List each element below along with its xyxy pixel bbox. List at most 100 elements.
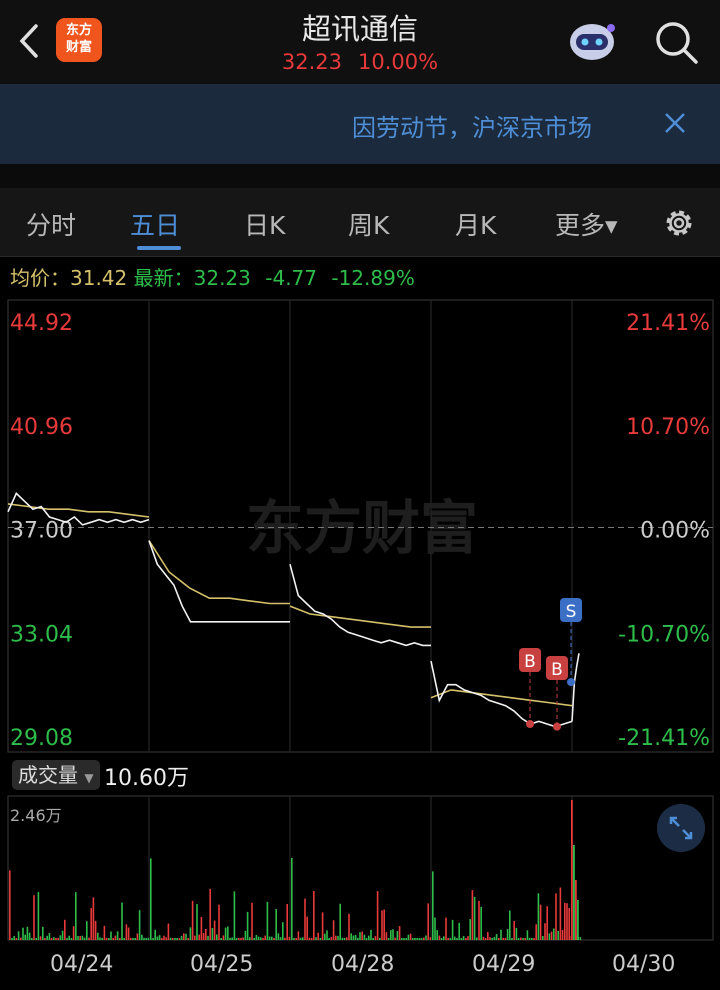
volume-bar (81, 935, 84, 940)
volume-bar (531, 938, 533, 940)
close-icon[interactable] (660, 108, 690, 138)
trade-marker-dot (553, 722, 561, 731)
robot-assistant-icon[interactable] (566, 18, 618, 64)
volume-bar (143, 937, 145, 940)
volume-bar (487, 932, 489, 940)
volume-bar (176, 937, 178, 940)
gear-icon[interactable] (660, 204, 698, 242)
volume-bar (53, 937, 55, 940)
volume-bar (183, 933, 185, 940)
volume-bar (17, 931, 20, 940)
volume-bar (504, 937, 507, 940)
volume-area-frame (7, 795, 714, 941)
volume-bar (185, 933, 187, 940)
volume-bar (423, 937, 425, 940)
five-day-chart[interactable]: 东方财富44.92 21.41%40.96 10.70%37.00 0.00%33.0… (0, 298, 720, 948)
search-icon[interactable] (652, 18, 700, 66)
volume-bar (22, 927, 24, 940)
volume-bar (387, 938, 390, 940)
tab-weekly-k[interactable]: 周K (348, 206, 389, 242)
date-label-day4: 04/29 (472, 952, 536, 977)
volume-bar (152, 938, 154, 940)
active-tab-indicator (137, 246, 181, 250)
volume-bar (240, 937, 242, 940)
volume-bar (257, 936, 260, 940)
volume-bar (244, 930, 247, 940)
volume-bar (251, 902, 253, 940)
tab-more[interactable]: 更多▾ (555, 206, 618, 242)
volume-bar (282, 922, 284, 940)
latest-label: 最新： (133, 266, 194, 290)
volume-bar (517, 938, 520, 940)
tab-intraday[interactable]: 分时 (26, 206, 76, 242)
volume-bar (191, 900, 194, 940)
volume-bar (233, 891, 236, 940)
volume-bar (381, 910, 383, 940)
volume-bar (266, 901, 269, 940)
volume-bar (50, 938, 53, 940)
volume-bar (396, 931, 399, 940)
caret-down-icon: ▼ (84, 771, 94, 785)
tab-five-day[interactable]: 五日 (130, 206, 180, 242)
volume-bar (291, 857, 293, 940)
volume-bar (46, 935, 48, 940)
volume-bar (438, 935, 441, 940)
volume-bar (138, 910, 141, 940)
volume-bar (288, 936, 291, 940)
trade-marker-dot (526, 719, 534, 728)
volume-bar (123, 938, 125, 940)
volume-bar (20, 937, 22, 940)
volume-bar (231, 937, 233, 940)
volume-bar (498, 938, 500, 940)
volume-bar (535, 924, 537, 940)
volume-bar (478, 900, 480, 940)
volume-bar (425, 935, 427, 940)
volume-bar (44, 938, 46, 940)
volume-bar (101, 937, 103, 940)
volume-bar (222, 935, 225, 940)
price-tick-label: 33.04 (10, 622, 73, 647)
volume-bar (92, 897, 95, 940)
volume-bar (357, 937, 359, 940)
volume-bar (471, 890, 474, 940)
volume-bar (506, 929, 509, 940)
volume-bar (454, 936, 456, 940)
tab-monthly-k[interactable]: 月K (455, 206, 496, 242)
volume-bar (566, 903, 568, 940)
volume-bar (533, 938, 535, 940)
volume-bar (37, 892, 40, 940)
volume-bar (482, 936, 485, 940)
volume-bar (350, 933, 352, 940)
tab-daily-k[interactable]: 日K (244, 206, 285, 242)
volume-bar (112, 938, 114, 940)
volume-bar (42, 926, 44, 940)
volume-bar (509, 910, 511, 940)
volume-bar (31, 937, 33, 940)
volume-bar (412, 938, 414, 940)
stock-change-pct: 10.00% (358, 50, 439, 74)
volume-bar (156, 936, 159, 940)
volume-bar (348, 913, 350, 940)
volume-bar (513, 920, 515, 940)
volume-bar (24, 934, 26, 940)
volume-selector[interactable]: 成交量 ▼ (12, 760, 100, 790)
volume-bar (568, 908, 570, 940)
volume-bar (427, 903, 429, 940)
volume-bar (429, 937, 432, 940)
volume-max-label: 2.46万 (10, 806, 62, 825)
volume-bar (70, 938, 73, 940)
volume-bar (460, 938, 463, 940)
volume-bar (255, 935, 258, 940)
volume-bar (297, 931, 300, 940)
volume-bar (253, 938, 255, 940)
volume-bar (526, 930, 529, 940)
volume-bar (524, 937, 526, 940)
volume-bar (407, 934, 410, 940)
volume-bar (480, 906, 482, 940)
volume-bar (163, 935, 165, 940)
volume-bar (108, 938, 110, 940)
notice-banner[interactable]: 因劳动节，沪深京市场 (0, 84, 720, 164)
volume-bar (132, 938, 134, 940)
fullscreen-expand-icon[interactable] (657, 804, 705, 852)
volume-bar (161, 938, 163, 940)
